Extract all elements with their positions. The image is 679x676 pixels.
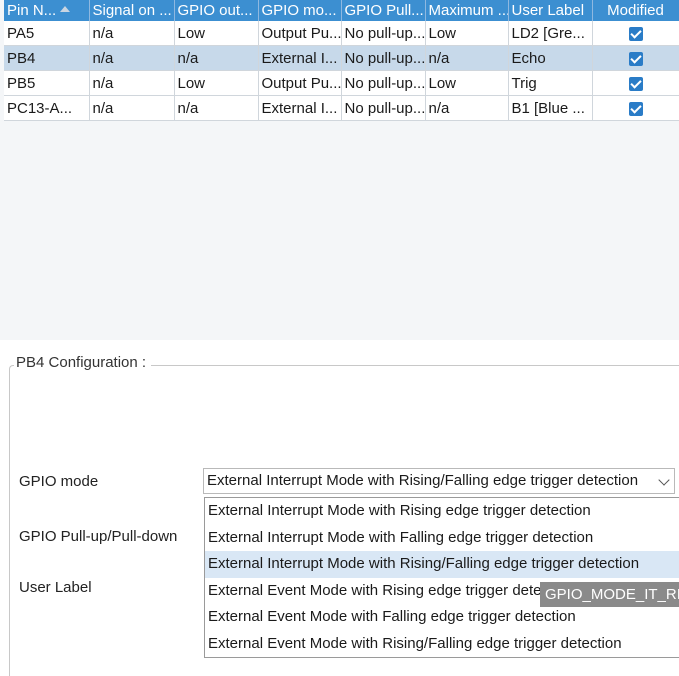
cell-signal: n/a (89, 21, 175, 46)
dropdown-option[interactable]: External Event Mode with Falling edge tr… (205, 604, 679, 631)
column-header-user-label[interactable]: User Label (508, 0, 593, 21)
gpio-mode-value: External Interrupt Mode with Rising/Fall… (207, 472, 639, 489)
dropdown-option[interactable]: External Interrupt Mode with Rising edge… (205, 498, 679, 525)
cell-output: n/a (174, 95, 259, 121)
cell-max: Low (425, 70, 509, 96)
cell-mode: External I... (258, 45, 342, 71)
chevron-down-icon[interactable] (658, 474, 670, 486)
cell-pull: No pull-up... (341, 21, 426, 46)
cell-label: Echo (508, 45, 593, 71)
cell-pin: PC13-A... (4, 95, 90, 121)
column-header-pin-name[interactable]: Pin N... (4, 0, 90, 21)
dropdown-option-highlighted[interactable]: External Interrupt Mode with Rising/Fall… (205, 551, 679, 578)
cell-output: n/a (174, 45, 259, 71)
cell-mode: Output Pu... (258, 21, 342, 46)
dropdown-option[interactable]: External Event Mode with Rising/Falling … (205, 631, 679, 658)
column-header-gpio-output[interactable]: GPIO out... (174, 0, 259, 21)
cell-pull: No pull-up... (341, 70, 426, 96)
cell-output: Low (174, 21, 259, 46)
column-header-signal[interactable]: Signal on ... (89, 0, 175, 21)
table-row-selected[interactable]: PB4 n/a n/a External I... No pull-up... … (4, 45, 679, 71)
cell-pull: No pull-up... (341, 95, 426, 121)
cell-modified[interactable] (592, 45, 679, 71)
checked-checkbox-icon[interactable] (628, 76, 643, 91)
checked-checkbox-icon[interactable] (628, 26, 643, 41)
cell-pin: PB4 (4, 45, 90, 71)
cell-max: Low (425, 21, 509, 46)
cell-max: n/a (425, 45, 509, 71)
checked-checkbox-icon[interactable] (628, 51, 643, 66)
table-row[interactable]: PA5 n/a Low Output Pu... No pull-up... L… (4, 21, 679, 46)
pin-table-panel: Pin N... Signal on ... GPIO out... GPIO … (0, 0, 679, 340)
cell-modified[interactable] (592, 21, 679, 46)
user-label-label: User Label (19, 579, 92, 596)
column-header-maximum[interactable]: Maximum ... (425, 0, 509, 21)
cell-mode: Output Pu... (258, 70, 342, 96)
column-header-gpio-pull[interactable]: GPIO Pull... (341, 0, 426, 21)
pin-configuration-table: Pin N... Signal on ... GPIO out... GPIO … (4, 0, 679, 121)
dropdown-option[interactable]: External Interrupt Mode with Falling edg… (205, 525, 679, 552)
cell-modified[interactable] (592, 70, 679, 96)
cell-max: n/a (425, 95, 509, 121)
cell-label: B1 [Blue ... (508, 95, 593, 121)
table-header-row: Pin N... Signal on ... GPIO out... GPIO … (4, 0, 679, 21)
checked-checkbox-icon[interactable] (628, 101, 643, 116)
cell-mode: External I... (258, 95, 342, 121)
cell-label: Trig (508, 70, 593, 96)
gpio-pull-label: GPIO Pull-up/Pull-down (19, 528, 178, 545)
column-header-gpio-mode[interactable]: GPIO mo... (258, 0, 342, 21)
cell-signal: n/a (89, 45, 175, 71)
gpio-mode-select[interactable]: External Interrupt Mode with Rising/Fall… (203, 468, 675, 494)
table-row[interactable]: PC13-A... n/a n/a External I... No pull-… (4, 95, 679, 121)
cell-pin: PB5 (4, 70, 90, 96)
cell-modified[interactable] (592, 95, 679, 121)
option-tooltip: GPIO_MODE_IT_RISING_FALLING (540, 582, 679, 607)
column-header-modified[interactable]: Modified (592, 0, 679, 21)
cell-pin: PA5 (4, 21, 90, 46)
cell-signal: n/a (89, 95, 175, 121)
cell-output: Low (174, 70, 259, 96)
table-row[interactable]: PB5 n/a Low Output Pu... No pull-up... L… (4, 70, 679, 96)
gpio-mode-dropdown-list: External Interrupt Mode with Rising edge… (204, 497, 679, 658)
cell-pull: No pull-up... (341, 45, 426, 71)
cell-signal: n/a (89, 70, 175, 96)
gpio-mode-label: GPIO mode (19, 473, 99, 490)
sort-ascending-icon[interactable] (60, 6, 71, 13)
cell-label: LD2 [Gre... (508, 21, 593, 46)
group-title: PB4 Configuration : (14, 354, 152, 371)
